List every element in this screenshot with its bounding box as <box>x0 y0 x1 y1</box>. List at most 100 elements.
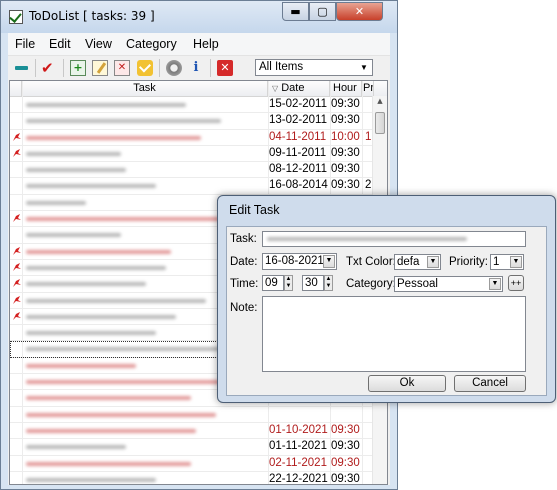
table-row[interactable]: 13-02-2011 09:30 <box>10 113 374 130</box>
toolbar: ✔ + ✕ i ✕ All Items ▼ <box>8 56 390 81</box>
red-flag-icon <box>12 132 22 142</box>
priority-label: Priority: <box>449 256 488 268</box>
task-date: 09-11-2011 <box>269 146 327 159</box>
dialog-title: Edit Task <box>229 203 280 217</box>
table-row[interactable]: 04-11-2011 10:00 1 <box>10 130 374 146</box>
table-row[interactable]: 01-11-2021 09:30 <box>10 439 374 456</box>
edit-icon[interactable] <box>92 60 108 76</box>
minute-input[interactable]: 30 <box>302 275 324 291</box>
task-hour: 09:30 <box>331 440 360 453</box>
menu-bar: File Edit View Category Help <box>8 33 390 56</box>
maximize-button[interactable]: ▢ <box>309 2 336 21</box>
task-text-blurred <box>26 282 146 287</box>
filter-select[interactable]: All Items ▼ <box>255 59 373 76</box>
toolbar-separator <box>159 59 160 77</box>
task-date: 04-11-2011 <box>269 130 327 143</box>
task-date: 01-11-2021 <box>269 440 327 453</box>
close-red-icon[interactable]: ✕ <box>217 60 233 76</box>
task-hour: 09:30 <box>331 146 360 159</box>
category-select[interactable]: Pessoal ▼ <box>394 276 503 292</box>
menu-view[interactable]: View <box>85 37 112 51</box>
table-row[interactable]: 09-11-2011 09:30 <box>10 146 374 163</box>
header-task[interactable]: Task <box>22 81 268 96</box>
date-value: 16-08-2021 <box>265 255 324 267</box>
minimize-button[interactable]: ▬ <box>282 2 309 21</box>
header-date-label: Date <box>281 82 305 94</box>
task-text-blurred <box>26 363 136 368</box>
task-text-blurred <box>26 380 231 385</box>
task-hour: 09:30 <box>331 423 360 436</box>
add-category-button[interactable]: ++ <box>508 275 524 291</box>
toolbar-separator <box>63 59 64 77</box>
task-priority: 1 <box>365 130 372 143</box>
add-icon[interactable]: + <box>70 60 86 76</box>
header-date[interactable]: ▽ Date <box>268 81 330 96</box>
txt-color-select[interactable]: defa ▼ <box>394 254 441 270</box>
task-text-blurred <box>26 265 166 270</box>
edit-task-dialog: Edit Task Task: Date: 16-08-2021 ▼ Txt C… <box>217 195 556 403</box>
delete-icon[interactable]: ✕ <box>114 60 130 76</box>
menu-edit[interactable]: Edit <box>49 37 71 51</box>
table-row[interactable]: 16-08-2014 09:30 2 <box>10 178 374 195</box>
priority-select[interactable]: 1 ▼ <box>490 254 524 270</box>
note-textarea[interactable] <box>262 296 526 372</box>
cancel-button[interactable]: Cancel <box>454 375 526 392</box>
table-row[interactable] <box>10 407 374 423</box>
task-date: 01-10-2021 <box>269 423 328 436</box>
task-text-blurred <box>26 233 121 238</box>
category-label: Category: <box>346 278 396 290</box>
ok-button[interactable]: Ok <box>368 375 446 392</box>
task-date: 15-02-2011 <box>269 98 327 110</box>
app-icon <box>9 10 23 24</box>
minus-icon[interactable] <box>14 60 30 76</box>
task-text-blurred <box>26 119 221 124</box>
date-label: Date: <box>230 256 258 268</box>
chevron-down-icon[interactable]: ▼ <box>489 278 501 290</box>
check-icon[interactable]: ✔ <box>41 60 57 76</box>
mail-icon[interactable] <box>137 60 153 76</box>
chevron-down-icon: ▼ <box>360 63 368 72</box>
dialog-body: Task: Date: 16-08-2021 ▼ Txt Color: defa… <box>226 226 547 396</box>
table-row[interactable]: 01-10-2021 09:30 <box>10 423 374 440</box>
txt-color-label: Txt Color: <box>346 256 396 268</box>
hour-input[interactable]: 09 <box>262 275 284 291</box>
red-flag-icon <box>12 246 22 256</box>
title-bar[interactable]: ToDoList [ tasks: 39 ] ▬ ▢ ✕ <box>1 1 397 33</box>
task-text-blurred <box>26 168 126 173</box>
menu-help[interactable]: Help <box>193 37 219 51</box>
sort-down-icon: ▽ <box>272 84 279 93</box>
red-flag-icon <box>12 262 22 272</box>
header-flag[interactable] <box>10 81 22 96</box>
scroll-thumb[interactable] <box>375 112 385 134</box>
task-text-blurred <box>26 135 201 140</box>
menu-file[interactable]: File <box>15 37 35 51</box>
filter-value: All Items <box>259 61 304 73</box>
header-hour[interactable]: Hour <box>330 81 362 96</box>
table-row[interactable]: 08-12-2011 09:30 <box>10 162 374 179</box>
header-priority[interactable]: Pr <box>362 81 374 96</box>
chevron-down-icon[interactable]: ▼ <box>323 255 335 268</box>
scroll-up-icon[interactable]: ▲ <box>373 97 387 110</box>
task-text-blurred <box>26 396 191 401</box>
table-row[interactable]: 15-02-2011 09:30 <box>10 97 374 114</box>
info-icon[interactable]: i <box>188 60 204 76</box>
minute-spinner[interactable]: ▲ ▼ <box>324 275 333 291</box>
task-date: 08-12-2011 <box>269 163 327 176</box>
red-flag-icon <box>12 295 22 305</box>
task-hour: 09:30 <box>331 472 360 485</box>
chevron-down-icon[interactable]: ▼ <box>510 256 522 268</box>
date-picker[interactable]: 16-08-2021 ▼ <box>262 253 337 270</box>
red-flag-icon <box>12 148 22 158</box>
menu-category[interactable]: Category <box>126 37 177 51</box>
table-row[interactable]: 22-12-2021 09:30 <box>10 472 374 485</box>
toolbar-separator <box>35 59 36 77</box>
table-row[interactable]: 02-11-2021 09:30 <box>10 456 374 472</box>
task-text-blurred <box>26 445 126 450</box>
close-button[interactable]: ✕ <box>336 2 383 21</box>
settings-icon[interactable] <box>166 60 182 76</box>
task-input[interactable] <box>262 231 526 247</box>
chevron-down-icon[interactable]: ▼ <box>427 256 439 268</box>
task-hour: 10:00 <box>331 130 360 143</box>
task-date: 16-08-2014 <box>269 179 328 192</box>
hour-spinner[interactable]: ▲ ▼ <box>284 275 293 291</box>
